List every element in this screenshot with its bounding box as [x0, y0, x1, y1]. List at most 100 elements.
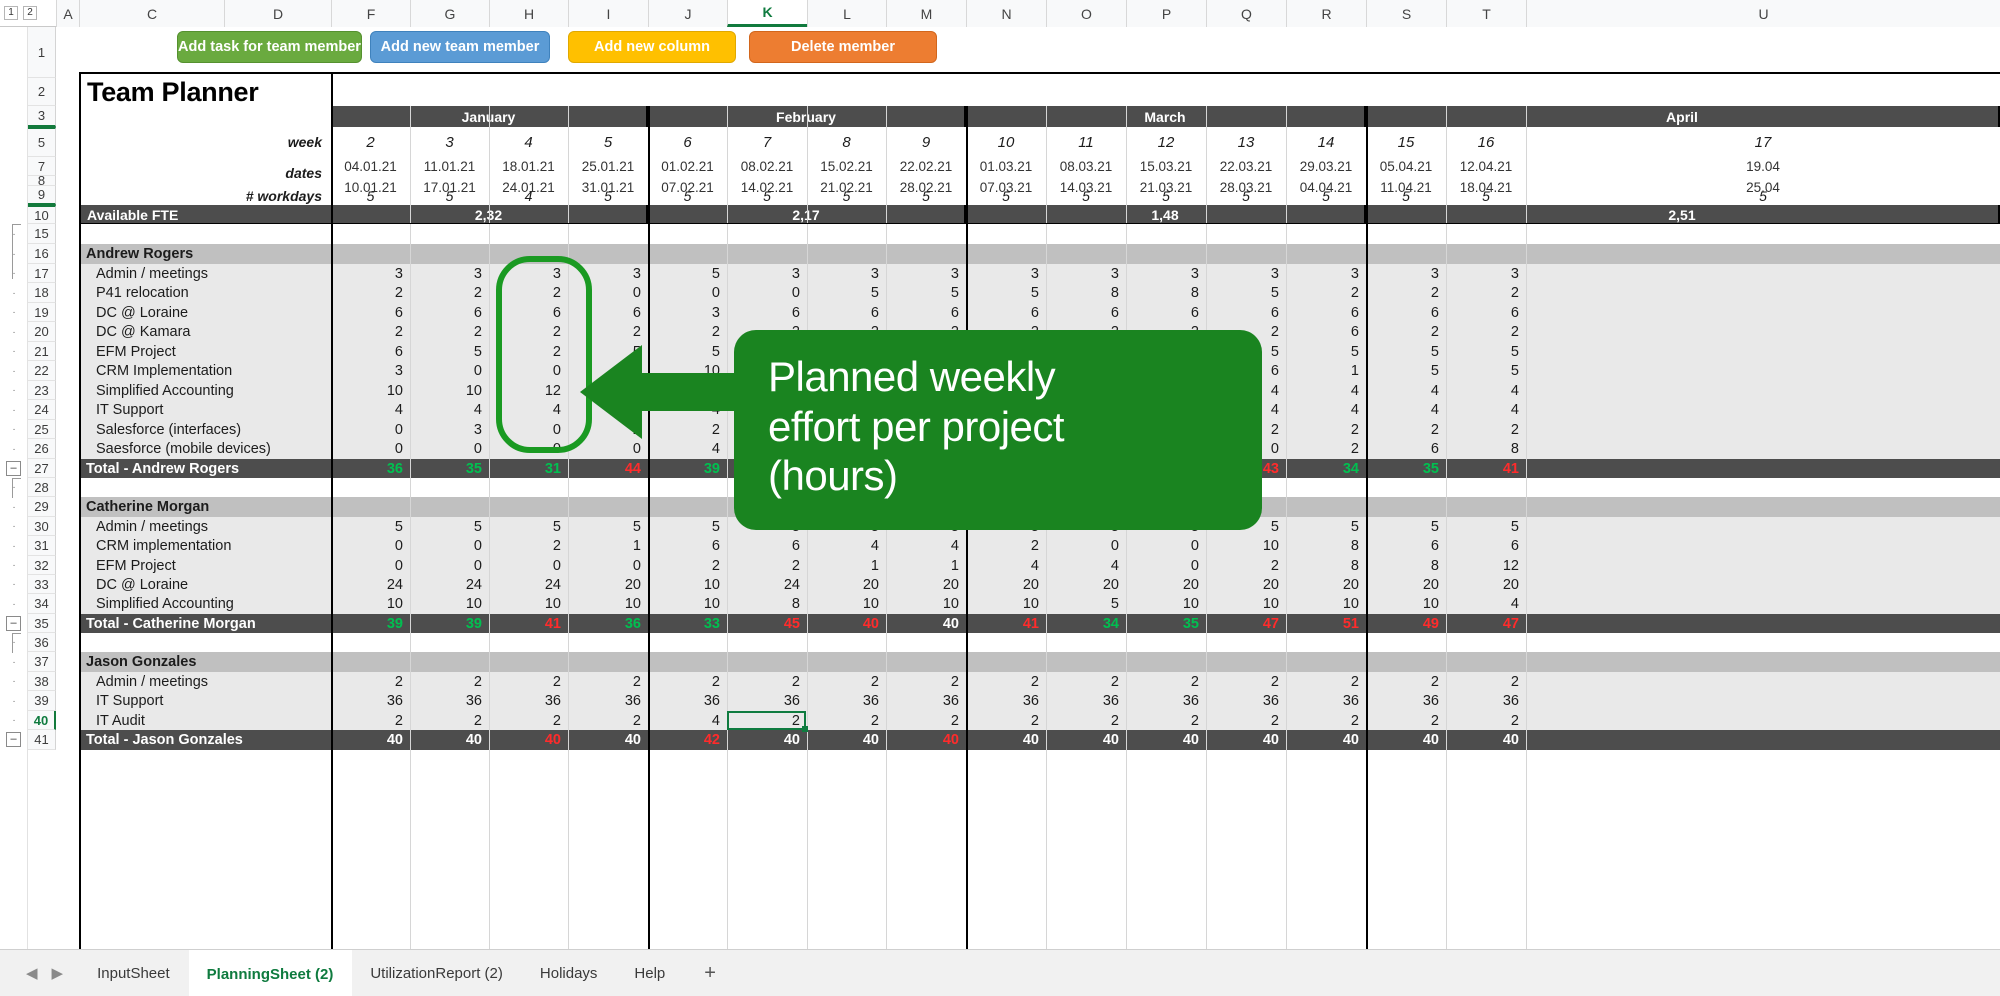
task-value-cell[interactable]: 2: [489, 322, 566, 342]
task-value-cell[interactable]: 10: [410, 381, 487, 400]
task-value-cell[interactable]: 20: [966, 575, 1044, 594]
member-total-cell[interactable]: 40: [886, 614, 964, 633]
task-value-cell[interactable]: 2: [1366, 322, 1444, 342]
task-value-cell[interactable]: 10: [1206, 594, 1284, 614]
task-value-cell[interactable]: 2: [1446, 672, 1524, 691]
task-value-cell[interactable]: 36: [966, 691, 1044, 711]
member-total-cell[interactable]: 39: [331, 614, 408, 633]
task-value-cell[interactable]: 6: [1286, 303, 1364, 322]
workdays-cell[interactable]: 5: [410, 186, 489, 205]
member-total-cell[interactable]: 35: [1366, 459, 1444, 478]
column-header-m[interactable]: M: [886, 0, 966, 27]
task-value-cell[interactable]: 6: [1126, 303, 1204, 322]
workdays-cell[interactable]: 5: [966, 186, 1046, 205]
task-value-cell[interactable]: 4: [568, 400, 646, 420]
task-value-cell[interactable]: 4: [807, 536, 884, 556]
task-value-cell[interactable]: 3: [410, 420, 487, 439]
task-value-cell[interactable]: [1526, 381, 1998, 400]
task-value-cell[interactable]: 5: [410, 517, 487, 536]
member-total-cell[interactable]: [1526, 614, 1998, 633]
task-value-cell[interactable]: 5: [1446, 517, 1524, 536]
task-value-cell[interactable]: 36: [568, 691, 646, 711]
task-value-cell[interactable]: 0: [489, 439, 566, 459]
member-total-cell[interactable]: 40: [1206, 730, 1284, 750]
task-value-cell[interactable]: [1526, 536, 1998, 556]
task-value-cell[interactable]: 10: [568, 594, 646, 614]
task-value-cell[interactable]: 5: [648, 264, 725, 283]
task-value-cell[interactable]: 3: [1286, 264, 1364, 283]
row-header-1[interactable]: 1: [28, 27, 56, 78]
task-value-cell[interactable]: 4: [886, 536, 964, 556]
member-total-cell[interactable]: 47: [1206, 614, 1284, 633]
task-value-cell[interactable]: 2: [648, 672, 725, 691]
week-number-cell[interactable]: 7: [727, 127, 807, 157]
week-number-cell[interactable]: 6: [648, 127, 727, 157]
date-start-cell[interactable]: 11.01.21: [410, 157, 489, 176]
task-value-cell[interactable]: 4: [648, 711, 725, 730]
row-header-16[interactable]: 16: [28, 244, 56, 264]
task-value-cell[interactable]: 2: [1286, 420, 1364, 439]
workdays-cell[interactable]: 5: [1206, 186, 1286, 205]
member-total-cell[interactable]: 40: [807, 730, 884, 750]
row-header-5[interactable]: 5: [28, 127, 56, 157]
task-value-cell[interactable]: 10: [648, 575, 725, 594]
workdays-cell[interactable]: 5: [648, 186, 727, 205]
task-value-cell[interactable]: 10: [331, 594, 408, 614]
task-value-cell[interactable]: 3: [1206, 264, 1284, 283]
member-total-cell[interactable]: 40: [1366, 730, 1444, 750]
row-header-39[interactable]: 39: [28, 691, 56, 711]
task-value-cell[interactable]: 8: [1126, 283, 1204, 303]
task-label[interactable]: Salesforce (interfaces): [91, 420, 331, 439]
task-value-cell[interactable]: 3: [331, 264, 408, 283]
task-value-cell[interactable]: 2: [727, 556, 805, 575]
week-number-cell[interactable]: 13: [1206, 127, 1286, 157]
member-total-cell[interactable]: 33: [648, 614, 725, 633]
task-value-cell[interactable]: 2: [1366, 283, 1444, 303]
workdays-cell[interactable]: 5: [1286, 186, 1366, 205]
task-value-cell[interactable]: 2: [568, 711, 646, 730]
task-value-cell[interactable]: 2: [410, 711, 487, 730]
task-value-cell[interactable]: 36: [489, 691, 566, 711]
task-value-cell[interactable]: 1: [886, 556, 964, 575]
task-value-cell[interactable]: 2: [648, 556, 725, 575]
task-value-cell[interactable]: 24: [489, 575, 566, 594]
task-value-cell[interactable]: 5: [1046, 594, 1124, 614]
task-value-cell[interactable]: [1526, 400, 1998, 420]
task-value-cell[interactable]: 2: [1366, 672, 1444, 691]
task-value-cell[interactable]: [1526, 264, 1998, 283]
date-start-cell[interactable]: 15.02.21: [807, 157, 886, 176]
task-value-cell[interactable]: 20: [1366, 575, 1444, 594]
task-value-cell[interactable]: 2: [1046, 711, 1124, 730]
task-label[interactable]: Admin / meetings: [91, 517, 331, 536]
task-label[interactable]: CRM implementation: [91, 536, 331, 556]
task-value-cell[interactable]: 2: [886, 711, 964, 730]
task-value-cell[interactable]: 10: [410, 594, 487, 614]
task-value-cell[interactable]: 0: [648, 283, 725, 303]
task-value-cell[interactable]: 6: [1366, 439, 1444, 459]
member-total-cell[interactable]: 51: [1286, 614, 1364, 633]
task-label[interactable]: DC @ Loraine: [91, 303, 331, 322]
date-start-cell[interactable]: 25.01.21: [568, 157, 648, 176]
task-value-cell[interactable]: 10: [648, 594, 725, 614]
macro-button-add-new-team-member[interactable]: Add new team member: [370, 31, 550, 63]
task-value-cell[interactable]: 6: [966, 303, 1044, 322]
column-header-u[interactable]: U: [1526, 0, 2000, 27]
next-sheet-icon[interactable]: ▶: [52, 964, 64, 982]
task-value-cell[interactable]: 0: [1046, 536, 1124, 556]
task-value-cell[interactable]: 2: [1286, 439, 1364, 459]
task-value-cell[interactable]: 10: [1286, 594, 1364, 614]
sheet-tab-help[interactable]: Help: [616, 950, 684, 996]
task-value-cell[interactable]: 20: [1206, 575, 1284, 594]
task-value-cell[interactable]: 2: [410, 672, 487, 691]
task-value-cell[interactable]: 0: [410, 536, 487, 556]
fill-handle[interactable]: [802, 726, 808, 732]
row-header-9[interactable]: 9: [28, 186, 56, 205]
task-value-cell[interactable]: 4: [1286, 381, 1364, 400]
task-value-cell[interactable]: 36: [1206, 691, 1284, 711]
task-value-cell[interactable]: 2: [807, 672, 884, 691]
task-value-cell[interactable]: 4: [1046, 556, 1124, 575]
column-header-l[interactable]: L: [807, 0, 886, 27]
task-value-cell[interactable]: 0: [410, 556, 487, 575]
task-value-cell[interactable]: 2: [489, 342, 566, 361]
week-number-cell[interactable]: 4: [489, 127, 568, 157]
